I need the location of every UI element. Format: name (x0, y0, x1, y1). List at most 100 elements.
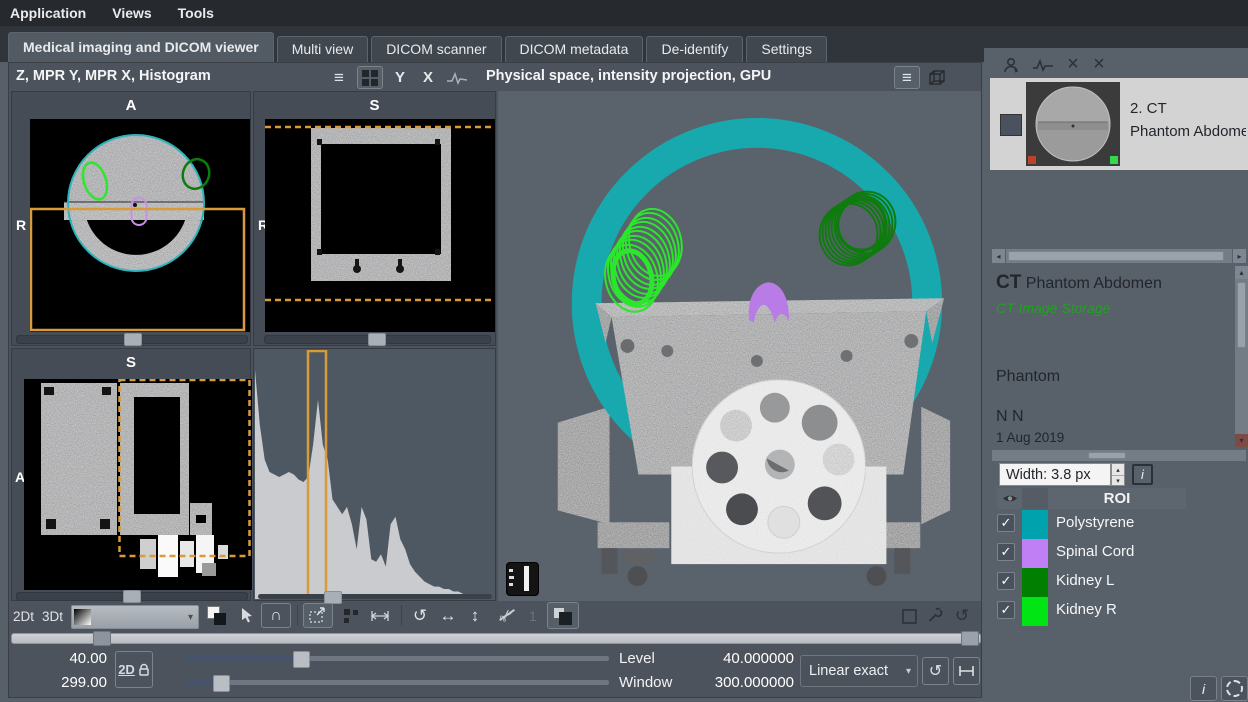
roi-visibility-checkbox[interactable]: ✓ (997, 572, 1015, 590)
tab-dicom-metadata[interactable]: DICOM metadata (505, 36, 644, 62)
vscrollbar-thumb[interactable] (1237, 282, 1246, 348)
flip-vertical-button[interactable]: ↕ (462, 603, 488, 628)
series-panel: ▾ × × 2. CT P (984, 48, 1248, 702)
reset-wl-button[interactable]: ↺ (922, 657, 949, 685)
rotate-tool-button[interactable]: ↺ (407, 603, 433, 628)
tile-views-button[interactable] (339, 604, 363, 628)
close-all-button[interactable]: × (1088, 52, 1110, 76)
axis-y-label: Y (395, 69, 405, 86)
roi-row[interactable]: ✓ (997, 572, 1015, 590)
cube-icon (928, 69, 946, 87)
full-range-button[interactable] (953, 657, 980, 685)
time-slider-handle[interactable] (93, 631, 111, 646)
axial-slice-handle[interactable] (124, 333, 142, 346)
roi-visibility-checkbox[interactable]: ✓ (997, 601, 1015, 619)
window-slider-handle[interactable] (213, 675, 230, 692)
coronal-view-cell: S A (11, 348, 251, 601)
tab-settings[interactable]: Settings (746, 36, 827, 62)
roi-color-swatch[interactable] (1022, 597, 1048, 626)
menu-views[interactable]: Views (112, 5, 151, 21)
flip-horizontal-button[interactable]: ↔ (435, 603, 461, 628)
series-list-item[interactable]: 2. CT Phantom Abdomen (990, 78, 1248, 170)
histogram-canvas[interactable] (255, 350, 496, 599)
layout-list-button[interactable]: ≡ (326, 66, 352, 89)
spinner-up-button[interactable]: ▴ (1112, 464, 1124, 476)
layout-grid-button[interactable] (357, 66, 383, 89)
roi-header-color[interactable] (1022, 488, 1048, 509)
lut-mode-dropdown[interactable]: Linear exact ▾ (800, 655, 918, 687)
window-slider[interactable] (186, 680, 609, 685)
no-cut-button[interactable]: ✂ (493, 603, 521, 628)
gradient-swatch-icon (74, 609, 91, 625)
coronal-canvas[interactable] (24, 379, 252, 590)
menu-application[interactable]: Application (10, 5, 86, 21)
spinner-down-button[interactable]: ▾ (1112, 476, 1124, 486)
tab-medical-imaging[interactable]: Medical imaging and DICOM viewer (8, 32, 274, 62)
vscroll-down-button[interactable]: ▾ (1235, 434, 1248, 447)
roi-row[interactable]: ✓ (997, 601, 1015, 619)
patient-menu-button[interactable]: ▾ (1000, 54, 1024, 76)
mode-2dt-button[interactable]: 2Dt (13, 609, 34, 624)
histogram-curve-button[interactable] (443, 66, 471, 89)
arch-tool-button[interactable]: ∩ (261, 603, 291, 628)
h-arrows-icon: ↔ (440, 606, 457, 626)
axis-y-button[interactable]: Y (389, 66, 411, 89)
roi-header-visibility[interactable] (997, 488, 1022, 509)
hscrollbar2-thumb[interactable] (1088, 452, 1126, 459)
render-cube-button[interactable] (924, 66, 950, 89)
roi-info-button[interactable]: i (1132, 464, 1153, 485)
tab-multi-view[interactable]: Multi view (277, 36, 368, 62)
roi-row[interactable]: ✓ (997, 514, 1015, 532)
check-icon: ✓ (1001, 515, 1012, 531)
hscrollbar-thumb[interactable] (1008, 251, 1224, 261)
panel-info-button[interactable]: i (1190, 676, 1217, 701)
extract-region-button[interactable] (303, 603, 333, 628)
transfer-function-widget[interactable] (506, 562, 539, 596)
caret-down-icon: ▾ (1116, 477, 1120, 485)
tab-dicom-scanner[interactable]: DICOM scanner (371, 36, 501, 62)
render-3d-view[interactable] (498, 91, 981, 601)
render-list-button[interactable]: ≡ (894, 66, 920, 89)
roi-header-name[interactable]: ROI (1048, 488, 1186, 509)
study-storage-class: CT Image Storage (996, 300, 1232, 316)
sagittal-slice-handle[interactable] (368, 333, 386, 346)
roi-row[interactable]: ✓ (997, 543, 1015, 561)
axial-canvas[interactable] (30, 119, 250, 332)
roi-color-swatch[interactable] (1022, 568, 1048, 597)
histogram-slider[interactable] (258, 594, 492, 599)
axis-x-button[interactable]: X (417, 66, 439, 89)
lock-2d-button[interactable]: 2D (115, 651, 153, 688)
time-slider-end-handle[interactable] (961, 631, 979, 646)
bounds-box-button[interactable] (897, 604, 921, 628)
roi-visibility-checkbox[interactable]: ✓ (997, 514, 1015, 532)
hscroll-right-button[interactable]: ▸ (1233, 249, 1246, 263)
tab-de-identify[interactable]: De-identify (646, 36, 743, 62)
transfer-function-bar[interactable] (524, 566, 529, 591)
reset-view-button[interactable]: ↺ (949, 603, 975, 628)
roi-color-swatch[interactable] (1022, 539, 1048, 568)
mode-3dt-button[interactable]: 3Dt (42, 609, 63, 624)
roi-color-swatch[interactable] (1022, 510, 1048, 539)
roi-width-spinner[interactable]: ▴ ▾ (1111, 463, 1125, 486)
fit-width-button[interactable] (367, 604, 393, 628)
vscroll-up-button[interactable]: ▴ (1235, 266, 1248, 279)
series-checkbox[interactable] (1000, 114, 1022, 136)
blend-swatch-button[interactable] (547, 602, 579, 629)
coronal-slice-handle[interactable] (123, 590, 141, 603)
render-settings-button[interactable] (923, 604, 947, 628)
fg-bg-swatch-button[interactable] (205, 604, 229, 628)
hscroll-left-button[interactable]: ◂ (992, 249, 1005, 263)
sagittal-canvas[interactable] (265, 119, 495, 332)
panel-sync-button[interactable] (1221, 676, 1248, 701)
close-series-button[interactable]: × (1062, 52, 1084, 76)
axis-x-label: X (423, 69, 433, 86)
time-slider[interactable] (11, 633, 981, 644)
lut-gradient-dropdown[interactable]: ▾ (71, 605, 199, 629)
pointer-tool-button[interactable] (235, 604, 259, 628)
level-slider-handle[interactable] (293, 651, 310, 668)
roi-visibility-checkbox[interactable]: ✓ (997, 543, 1015, 561)
roi-width-field[interactable]: Width: 3.8 px (999, 463, 1111, 486)
menu-tools[interactable]: Tools (178, 5, 214, 21)
curve-menu-button[interactable] (1030, 54, 1056, 76)
study-patient: Phantom (996, 368, 1232, 386)
